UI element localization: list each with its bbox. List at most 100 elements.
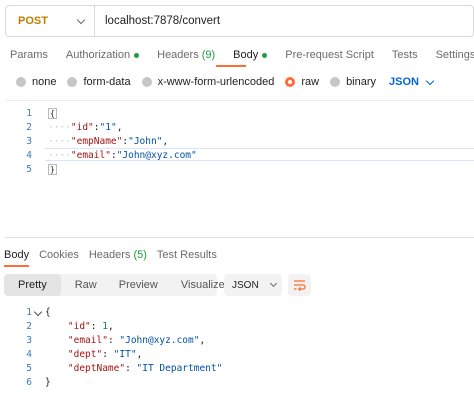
view-raw-button[interactable]: Raw xyxy=(75,274,97,296)
code-line: 2 ····"id":"1", xyxy=(5,120,122,134)
radio-icon xyxy=(67,77,78,87)
radio-icon xyxy=(330,77,341,87)
line-number: 1 xyxy=(26,306,32,318)
json-key: "id" xyxy=(67,320,91,332)
wrap-lines-button[interactable] xyxy=(288,274,311,296)
line-number: 3 xyxy=(26,334,32,346)
code-line: 3 ····"empName":"John", xyxy=(5,134,168,148)
tab-authorization[interactable]: Authorization xyxy=(65,49,140,61)
body-type-urlencoded[interactable]: x-www-form-urlencoded xyxy=(141,76,275,88)
tab-cookies[interactable]: Cookies xyxy=(39,249,79,261)
method-select[interactable]: POST xyxy=(6,6,95,36)
body-type-form-data[interactable]: form-data xyxy=(67,76,131,88)
tab-label: Params xyxy=(10,49,48,61)
line-number: 5 xyxy=(26,362,32,374)
language-label: JSON xyxy=(389,76,419,88)
headers-count: (9) xyxy=(201,49,216,61)
response-format-select[interactable]: JSON xyxy=(224,274,282,296)
active-tab-underline xyxy=(4,265,29,267)
code-token: : xyxy=(90,320,103,332)
tab-label: Headers xyxy=(88,249,131,261)
code-line: 1 { xyxy=(0,305,474,319)
request-body-editor[interactable]: 1 { 2 ····"id":"1", 3 ····"empName":"Joh… xyxy=(5,100,474,238)
code-token: , xyxy=(136,348,143,360)
code-line: 5 } xyxy=(5,162,57,176)
radio-label: raw xyxy=(301,76,320,88)
tab-test-results[interactable]: Test Results xyxy=(157,249,217,261)
radio-label: form-data xyxy=(83,76,131,88)
body-type-raw[interactable]: raw xyxy=(285,76,319,88)
line-number: 3 xyxy=(26,135,32,147)
line-number: 4 xyxy=(26,149,32,161)
view-pretty-button[interactable]: Pretty xyxy=(4,274,61,296)
bracket-match: { xyxy=(48,107,57,119)
request-tabs: Params Authorization Headers (9) Body Pre… xyxy=(10,49,474,61)
radio-icon xyxy=(16,77,26,87)
line-number: 1 xyxy=(26,107,32,119)
format-label: JSON xyxy=(232,279,259,291)
response-body-viewer[interactable]: 1 { 2 "id": 1, 3 "email": "John@xyz.com"… xyxy=(0,305,474,405)
code-line: 1 { xyxy=(5,106,57,120)
tab-label: Body xyxy=(233,49,259,61)
code-line: 5 "deptName": "IT Department" xyxy=(0,361,474,375)
code-token: : xyxy=(125,362,137,374)
tab-params[interactable]: Params xyxy=(10,49,48,61)
code-line: 6 } xyxy=(0,375,474,389)
tab-response-headers[interactable]: Headers (5) xyxy=(89,249,147,261)
radio-label: none xyxy=(32,76,57,88)
body-type-binary[interactable]: binary xyxy=(330,76,376,88)
json-value: "John@xyz.com" xyxy=(119,334,200,346)
json-key: "email" xyxy=(67,334,108,346)
tab-response-body[interactable]: Body xyxy=(4,249,29,261)
json-value: "John@xyz.com" xyxy=(116,149,197,161)
code-token: : xyxy=(107,334,120,346)
json-key: "deptName" xyxy=(67,362,126,374)
json-key: "id" xyxy=(70,121,94,133)
code-token: , xyxy=(199,334,206,346)
body-type-none[interactable]: none xyxy=(16,76,56,88)
json-value: "IT Department" xyxy=(136,362,223,374)
tab-body[interactable]: Body xyxy=(233,49,268,61)
code-line: 4 "dept": "IT", xyxy=(0,347,474,361)
url-input[interactable]: localhost:7878/convert xyxy=(95,15,220,27)
body-type-selector: none form-data x-www-form-urlencoded raw… xyxy=(16,76,435,88)
tab-settings[interactable]: Settings xyxy=(436,49,474,61)
code-token: { xyxy=(45,306,51,318)
code-token: , xyxy=(107,320,114,332)
view-visualize-button[interactable]: Visualize xyxy=(181,274,225,296)
tab-tests[interactable]: Tests xyxy=(392,49,418,61)
json-value: "IT" xyxy=(113,348,137,360)
tab-label: Authorization xyxy=(65,49,131,61)
code-token: { xyxy=(50,108,55,118)
headers-count: (5) xyxy=(133,249,147,261)
view-preview-button[interactable]: Preview xyxy=(119,274,158,296)
tab-label: Settings xyxy=(435,49,474,61)
chevron-down-icon xyxy=(269,279,277,288)
code-token: , xyxy=(162,135,169,147)
response-tabs: Body Cookies Headers (5) Test Results xyxy=(4,249,227,261)
view-mode-group: Pretty Raw Preview Visualize xyxy=(4,274,225,296)
code-line: 4 ····"email":"John@xyz.com" xyxy=(5,148,196,162)
json-key: "empName" xyxy=(70,135,123,147)
tab-label: Pre-request Script xyxy=(285,49,374,61)
line-number: 5 xyxy=(26,163,32,175)
wrap-lines-icon xyxy=(294,280,306,292)
code-token: } xyxy=(45,376,51,388)
tab-headers[interactable]: Headers (9) xyxy=(157,49,215,61)
body-language-select[interactable]: JSON xyxy=(389,76,435,88)
fold-chevron-icon[interactable] xyxy=(33,307,43,317)
json-key: "dept" xyxy=(67,348,103,360)
line-number: 6 xyxy=(26,376,32,388)
json-key: "email" xyxy=(70,149,111,161)
radio-label: binary xyxy=(346,76,377,88)
radio-selected-icon xyxy=(285,77,296,87)
tab-label: Tests xyxy=(391,49,418,61)
method-label: POST xyxy=(18,15,48,27)
bracket-match: } xyxy=(48,163,57,175)
code-token: : xyxy=(102,348,114,360)
line-number: 2 xyxy=(26,121,32,133)
radio-label: x-www-form-urlencoded xyxy=(157,76,275,88)
tab-pre-request-script[interactable]: Pre-request Script xyxy=(285,49,374,61)
line-number: 2 xyxy=(26,320,32,332)
active-tab-underline xyxy=(216,65,246,67)
